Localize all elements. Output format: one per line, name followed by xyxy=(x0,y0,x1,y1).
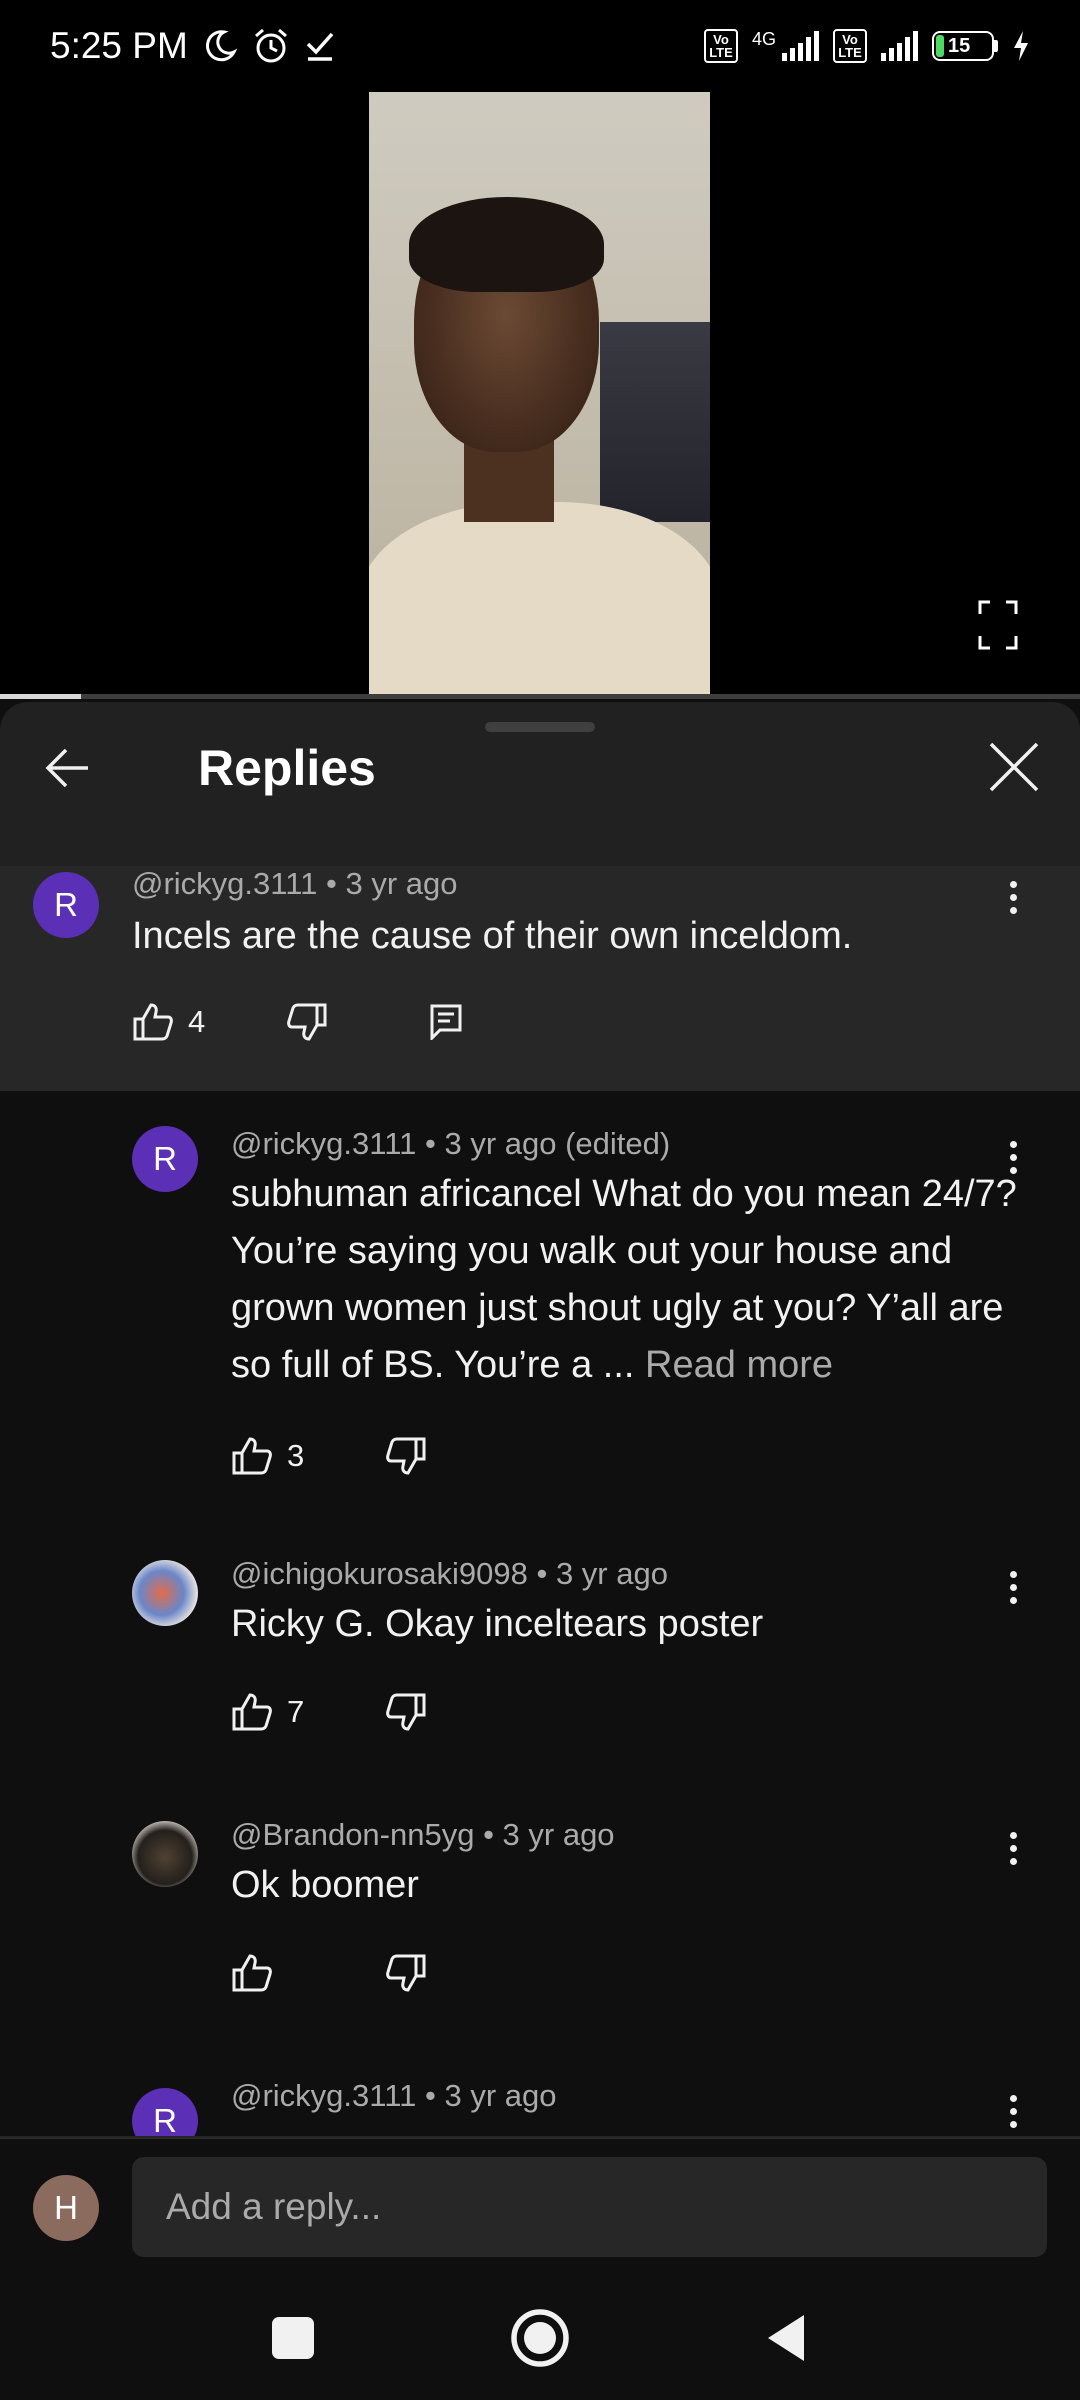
like-button[interactable]: 3 xyxy=(231,1436,304,1476)
status-time: 5:25 PM xyxy=(50,25,188,66)
fullscreen-icon[interactable] xyxy=(978,600,1018,650)
like-count: 7 xyxy=(287,1694,305,1729)
charging-icon xyxy=(1014,31,1028,61)
reply-button[interactable] xyxy=(430,1004,462,1040)
video-background-closet xyxy=(600,322,710,522)
video-progress-bar[interactable] xyxy=(0,694,1080,699)
status-bar: 5:25 PM Vo LTE 4G Vo LTE 15 xyxy=(0,0,1080,92)
avatar[interactable]: R xyxy=(132,1126,198,1192)
signal-icon-sim2 xyxy=(881,31,918,61)
thumbs-up-icon xyxy=(232,1693,272,1731)
reply-composer: H xyxy=(0,2137,1080,2277)
drag-handle[interactable] xyxy=(485,722,595,732)
dislike-button[interactable] xyxy=(286,1002,328,1042)
like-button[interactable]: 4 xyxy=(132,1002,205,1042)
comment-meta: @rickyg.3111 • 3 yr ago xyxy=(132,866,458,901)
volte-icon-sim2: Vo LTE xyxy=(833,29,867,63)
thumbs-down-icon xyxy=(287,1003,327,1041)
moon-icon xyxy=(205,30,238,62)
more-options-icon[interactable] xyxy=(998,2086,1028,2136)
avatar[interactable]: R xyxy=(33,872,99,938)
like-count: 4 xyxy=(188,1004,206,1039)
comment-meta: @rickyg.3111 • 3 yr ago (edited) xyxy=(231,1126,671,1161)
sheet-title: Replies xyxy=(198,740,376,796)
alarm-icon xyxy=(254,28,287,63)
signal-icon xyxy=(782,31,819,61)
comment-text[interactable]: Ricky G. Okay inceltears poster xyxy=(231,1596,1021,1653)
comment-text[interactable]: Ok boomer xyxy=(231,1857,1021,1914)
dislike-button[interactable] xyxy=(385,1436,427,1476)
reply-item: @ichigokurosaki9098 • 3 yr ago Ricky G. … xyxy=(0,1556,1080,1786)
reply-item: @Brandon-nn5yg • 3 yr ago Ok boomer xyxy=(0,1817,1080,2047)
home-icon[interactable] xyxy=(509,2307,571,2369)
like-button[interactable] xyxy=(231,1953,273,1993)
close-icon[interactable] xyxy=(985,738,1043,796)
like-button[interactable]: 7 xyxy=(231,1692,304,1732)
reply-input[interactable] xyxy=(132,2157,1047,2257)
volte-icon: Vo LTE xyxy=(703,29,738,63)
battery-icon: 15 xyxy=(932,31,998,61)
video-person-shirt xyxy=(369,502,710,695)
check-icon xyxy=(306,32,334,61)
network-type-label: 4G xyxy=(751,28,776,49)
avatar[interactable] xyxy=(132,1821,198,1887)
back-arrow-icon[interactable] xyxy=(38,738,98,798)
system-nav-bar xyxy=(0,2277,1080,2400)
comment-text[interactable]: subhuman africancel What do you mean 24/… xyxy=(231,1166,1021,1394)
recents-icon[interactable] xyxy=(262,2307,324,2369)
video-person-hair xyxy=(409,197,604,292)
thumbs-up-icon xyxy=(232,1954,272,1992)
comment-icon xyxy=(430,1004,462,1040)
thumbs-up-icon xyxy=(133,1003,173,1041)
read-more-link[interactable]: Read more xyxy=(645,1344,833,1386)
more-options-icon[interactable] xyxy=(998,872,1028,922)
reply-item: R @rickyg.3111 • 3 yr ago xyxy=(0,2078,1080,2136)
user-avatar[interactable]: H xyxy=(33,2175,99,2241)
parent-comment: R @rickyg.3111 • 3 yr ago Incels are the… xyxy=(0,866,1080,1091)
dislike-button[interactable] xyxy=(385,1953,427,1993)
comment-meta: @Brandon-nn5yg • 3 yr ago xyxy=(231,1817,615,1852)
like-count: 3 xyxy=(287,1438,305,1473)
thumbs-up-icon xyxy=(232,1437,272,1475)
battery-level: 15 xyxy=(948,34,971,57)
comment-meta: @rickyg.3111 • 3 yr ago xyxy=(231,2078,557,2113)
thumbs-down-icon xyxy=(386,1437,426,1475)
video-player[interactable] xyxy=(0,0,1080,699)
comment-meta: @ichigokurosaki9098 • 3 yr ago xyxy=(231,1556,668,1591)
back-icon[interactable] xyxy=(756,2307,818,2369)
replies-sheet: Replies R @rickyg.3111 • 3 yr ago Incels… xyxy=(0,702,1080,2137)
thumbs-down-icon xyxy=(386,1954,426,1992)
avatar[interactable] xyxy=(132,1560,198,1626)
replies-list[interactable]: R @rickyg.3111 • 3 yr ago Incels are the… xyxy=(0,866,1080,2136)
avatar[interactable]: R xyxy=(132,2088,198,2136)
video-progress-fill xyxy=(0,694,81,699)
comment-text[interactable]: Incels are the cause of their own inceld… xyxy=(132,908,992,965)
video-frame[interactable] xyxy=(369,92,710,695)
dislike-button[interactable] xyxy=(385,1692,427,1732)
reply-item: R @rickyg.3111 • 3 yr ago (edited) subhu… xyxy=(0,1126,1080,1506)
thumbs-down-icon xyxy=(386,1693,426,1731)
